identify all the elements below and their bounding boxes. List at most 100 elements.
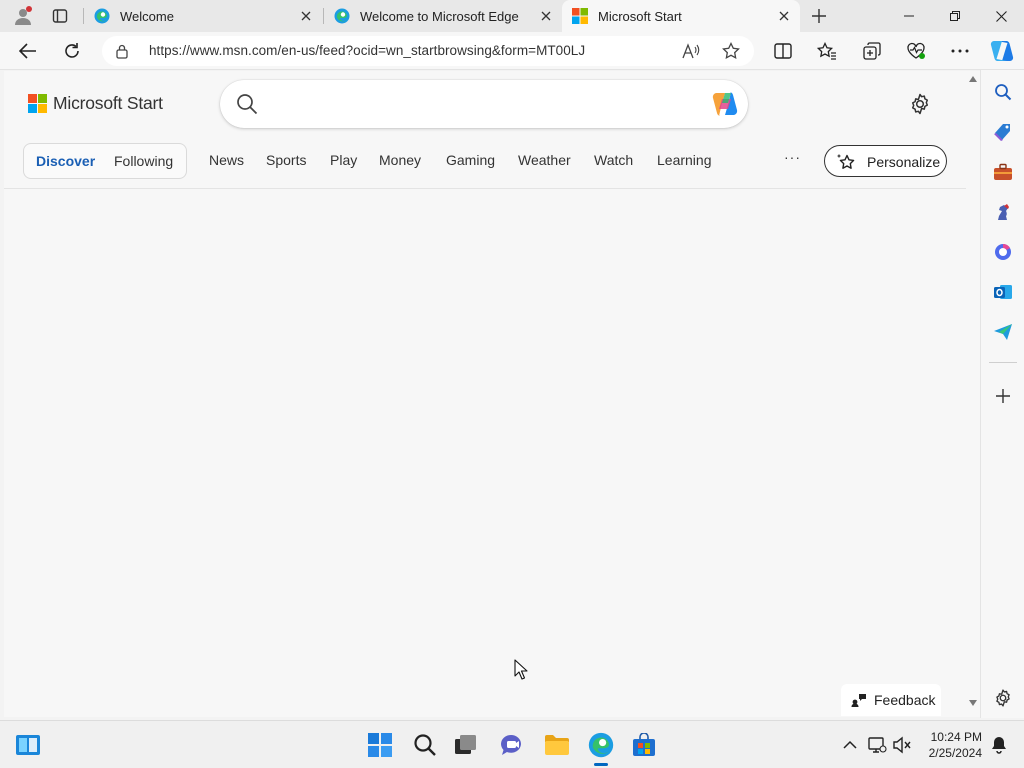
- microsoft-store-button[interactable]: [630, 731, 658, 759]
- taskbar-edge-button[interactable]: [587, 731, 615, 759]
- tab-microsoft-start[interactable]: Microsoft Start: [562, 0, 800, 32]
- favorites-button[interactable]: [811, 35, 843, 67]
- minimize-button[interactable]: [886, 0, 932, 32]
- scroll-down-arrow-icon[interactable]: [968, 699, 978, 707]
- sparkle-star-icon: [837, 154, 855, 169]
- close-window-button[interactable]: [978, 0, 1024, 32]
- tab-title: Welcome: [120, 8, 174, 24]
- notifications-button[interactable]: [985, 731, 1013, 759]
- lock-icon[interactable]: [114, 43, 130, 59]
- notification-bell-icon: [992, 737, 1006, 754]
- show-hidden-icons-button[interactable]: [836, 731, 864, 759]
- windows-logo-icon: [368, 733, 392, 757]
- clock-time: 10:24 PM: [930, 730, 982, 744]
- sidebar-settings-button[interactable]: [991, 686, 1015, 710]
- nav-item-weather[interactable]: Weather: [518, 152, 571, 168]
- settings-more-button[interactable]: [944, 35, 976, 67]
- sidebar-add-button[interactable]: [991, 384, 1015, 408]
- more-horizontal-icon: [951, 49, 969, 53]
- settings-gear-icon[interactable]: [908, 92, 932, 116]
- close-icon: [779, 11, 789, 21]
- heart-pulse-icon: [907, 42, 925, 59]
- network-button[interactable]: [863, 731, 891, 759]
- personalize-button[interactable]: Personalize: [824, 145, 947, 177]
- feedback-button[interactable]: Feedback: [841, 684, 941, 716]
- split-screen-button[interactable]: [767, 35, 799, 67]
- close-icon: [995, 10, 1007, 22]
- browser-titlebar: Welcome Welcome to Microsoft Edge Micros…: [0, 0, 1024, 32]
- volume-button[interactable]: [888, 731, 916, 759]
- copilot-button[interactable]: [986, 35, 1018, 67]
- edge-icon: [588, 732, 614, 758]
- collections-button[interactable]: [856, 35, 888, 67]
- tab-close-button[interactable]: [534, 4, 558, 28]
- search-box[interactable]: [220, 80, 748, 128]
- microsoft-logo-icon[interactable]: [28, 94, 48, 114]
- task-view-button[interactable]: [452, 731, 480, 759]
- sidebar-office-button[interactable]: [991, 240, 1015, 264]
- search-icon: [414, 734, 436, 756]
- brand-name[interactable]: Microsoft Start: [53, 93, 163, 114]
- sidebar-drop-button[interactable]: [991, 320, 1015, 344]
- page-scrollbar[interactable]: [966, 71, 980, 717]
- nav-item-news[interactable]: News: [209, 152, 244, 168]
- search-icon: [237, 94, 258, 115]
- minimize-icon: [904, 15, 914, 17]
- task-view-icon: [455, 735, 476, 754]
- back-button[interactable]: [12, 35, 44, 67]
- read-aloud-button[interactable]: [680, 41, 702, 61]
- browser-toolbar: https://www.msn.com/en-us/feed?ocid=wn_s…: [0, 32, 1024, 70]
- teams-chat-button[interactable]: [498, 731, 526, 759]
- restore-icon: [950, 11, 960, 21]
- sidebar-shopping-button[interactable]: [991, 120, 1015, 144]
- new-tab-button[interactable]: [806, 0, 832, 32]
- tab-actions-icon: [52, 9, 68, 23]
- nav-item-learning[interactable]: Learning: [657, 152, 712, 168]
- url-text[interactable]: https://www.msn.com/en-us/feed?ocid=wn_s…: [149, 43, 585, 58]
- sidebar-outlook-button[interactable]: [991, 280, 1015, 304]
- tab-welcome-to-edge[interactable]: Welcome to Microsoft Edge: [324, 0, 562, 32]
- plus-icon: [812, 9, 826, 23]
- tab-close-button[interactable]: [772, 4, 796, 28]
- taskbar-clock[interactable]: 10:24 PM 2/25/2024: [918, 729, 982, 761]
- widgets-button[interactable]: [14, 731, 42, 759]
- page-content: Microsoft Start Discover Following News …: [4, 71, 966, 717]
- more-nav-button[interactable]: ···: [784, 149, 801, 165]
- tab-following[interactable]: Following: [114, 153, 173, 169]
- nav-item-gaming[interactable]: Gaming: [446, 152, 495, 168]
- scroll-up-arrow-icon[interactable]: [968, 75, 978, 83]
- restore-button[interactable]: [932, 0, 978, 32]
- network-icon: [868, 737, 887, 753]
- personalize-label: Personalize: [867, 154, 941, 170]
- tab-discover[interactable]: Discover: [36, 153, 95, 169]
- nav-item-watch[interactable]: Watch: [594, 152, 633, 168]
- start-button[interactable]: [366, 731, 394, 759]
- taskbar-search-button[interactable]: [411, 731, 439, 759]
- feed-switcher: Discover Following: [23, 143, 187, 179]
- browser-essentials-button[interactable]: [900, 35, 932, 67]
- sidebar-tools-button[interactable]: [991, 160, 1015, 184]
- refresh-button[interactable]: [56, 35, 88, 67]
- nav-item-money[interactable]: Money: [379, 152, 421, 168]
- profile-button[interactable]: [8, 0, 38, 32]
- feedback-icon: [851, 694, 866, 707]
- paper-plane-icon: [994, 324, 1012, 340]
- file-explorer-button[interactable]: [543, 731, 571, 759]
- nav-item-sports[interactable]: Sports: [266, 152, 306, 168]
- address-bar[interactable]: https://www.msn.com/en-us/feed?ocid=wn_s…: [102, 36, 754, 66]
- split-screen-icon: [774, 43, 792, 59]
- sidebar-search-button[interactable]: [991, 80, 1015, 104]
- tab-close-button[interactable]: [294, 4, 318, 28]
- copilot-icon[interactable]: [710, 90, 740, 118]
- windows-taskbar: 10:24 PM 2/25/2024: [0, 720, 1024, 768]
- tab-welcome[interactable]: Welcome: [84, 0, 322, 32]
- widgets-icon: [16, 735, 40, 755]
- search-icon: [995, 84, 1012, 101]
- chess-piece-icon: [998, 204, 1009, 220]
- add-favorite-button[interactable]: [720, 41, 742, 61]
- chat-icon: [501, 735, 521, 755]
- chevron-up-icon: [843, 740, 857, 749]
- nav-item-play[interactable]: Play: [330, 152, 357, 168]
- tab-actions-button[interactable]: [46, 0, 74, 32]
- sidebar-games-button[interactable]: [991, 200, 1015, 224]
